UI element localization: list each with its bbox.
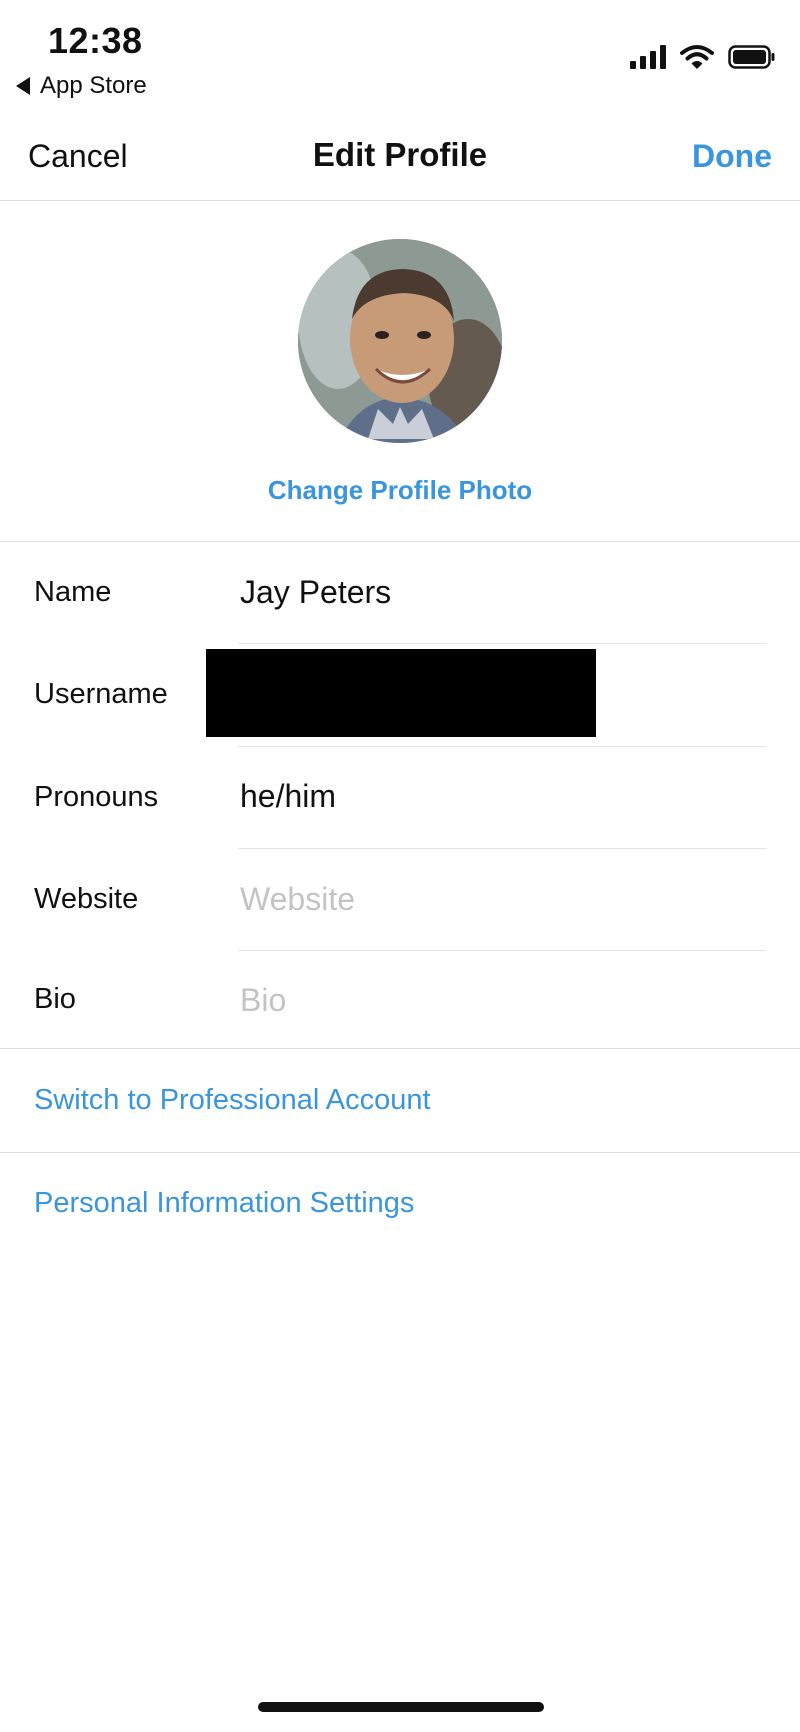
section-divider (0, 1048, 800, 1049)
switch-to-professional-account-link[interactable]: Switch to Professional Account (34, 1084, 431, 1117)
divider (238, 746, 766, 747)
personal-information-settings-link[interactable]: Personal Information Settings (34, 1187, 414, 1220)
bio-label: Bio (34, 983, 76, 1015)
back-triangle-icon (16, 77, 30, 95)
change-profile-photo-button[interactable]: Change Profile Photo (0, 475, 800, 506)
username-label: Username (34, 678, 168, 710)
status-time: 12:38 (48, 20, 143, 61)
back-to-app-button[interactable]: App Store (16, 72, 147, 100)
done-button[interactable]: Done (692, 138, 772, 175)
divider (238, 950, 766, 951)
website-field[interactable]: Website (240, 881, 355, 918)
username-field-redacted[interactable] (206, 649, 596, 737)
bio-field[interactable]: Bio (240, 982, 286, 1019)
cellular-signal-icon (630, 45, 666, 69)
name-field[interactable]: Jay Peters (240, 574, 391, 611)
navigation-bar: Cancel Edit Profile Done (0, 118, 800, 201)
battery-icon (728, 45, 775, 69)
name-label: Name (34, 576, 112, 608)
profile-avatar[interactable] (298, 239, 502, 443)
home-indicator[interactable] (258, 1702, 544, 1712)
section-divider (0, 1152, 800, 1153)
pronouns-label: Pronouns (34, 781, 159, 813)
profile-photo-section: Change Profile Photo (0, 201, 800, 542)
page-title: Edit Profile (312, 136, 488, 173)
divider (238, 643, 766, 644)
divider (238, 848, 766, 849)
website-label: Website (34, 883, 139, 915)
avatar-portrait-icon (298, 239, 502, 443)
wifi-icon (680, 45, 714, 69)
back-app-label: App Store (40, 72, 147, 99)
status-icons (630, 44, 776, 70)
pronouns-field[interactable]: he/him (240, 778, 336, 815)
